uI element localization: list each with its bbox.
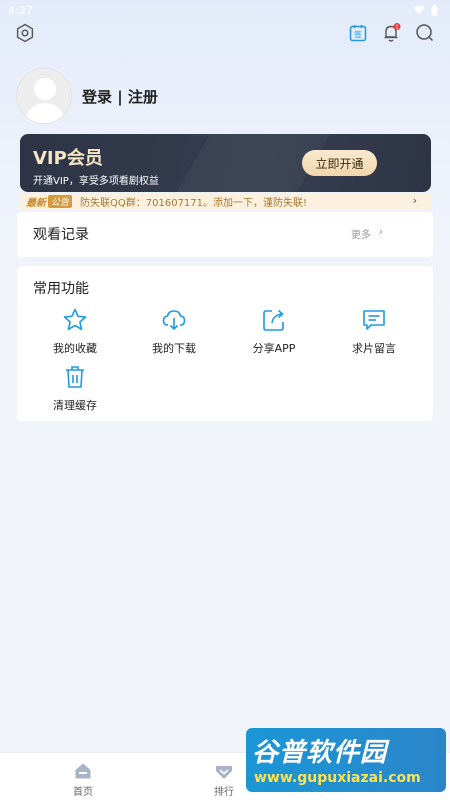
search-icon[interactable] [413, 21, 437, 45]
avatar[interactable] [16, 68, 72, 124]
watch-history-title: 观看记录 [33, 227, 89, 243]
login-register-link[interactable]: 登录 | 注册 [82, 86, 158, 107]
profile-section[interactable]: 登录 | 注册 [16, 68, 158, 124]
downloads-label: 我的下载 [152, 342, 196, 355]
checkin-icon[interactable]: 签 [346, 21, 370, 45]
clear-cache-label: 清理缓存 [53, 399, 97, 412]
share-app-button[interactable]: 分享APP [239, 306, 309, 356]
settings-icon[interactable] [13, 21, 37, 45]
svg-text:1: 1 [395, 25, 398, 31]
wifi-icon [413, 5, 425, 14]
favorites-button[interactable]: 我的收藏 [40, 306, 110, 356]
more-link[interactable]: 更多 [351, 226, 371, 241]
nav-ranking[interactable]: 排行 [194, 761, 254, 798]
request-message-label: 求片留言 [352, 342, 396, 355]
vip-open-button[interactable]: 立即开通 [302, 150, 377, 176]
notice-bar[interactable]: 最新 公告 防失联QQ群：701607171。添加一下，谨防失联! › [20, 193, 431, 210]
status-time: 4:27 [8, 3, 33, 17]
watermark-url: www.gupuxiazai.com [254, 770, 421, 786]
nav-ranking-label: 排行 [214, 787, 234, 798]
nav-home[interactable]: 首页 [53, 761, 113, 798]
star-icon [61, 306, 89, 334]
share-app-label: 分享APP [252, 342, 296, 355]
home-icon [75, 763, 91, 779]
vip-subtitle: 开通VIP，享受多项看剧权益 [33, 176, 159, 187]
common-functions-card: 常用功能 我的收藏 我的下载 分享APP 求片留言 清理缓存 [17, 266, 433, 421]
notification-bell-icon[interactable]: 1 [380, 21, 404, 45]
cloud-download-icon [160, 306, 188, 334]
nav-home-label: 首页 [73, 787, 93, 798]
request-message-button[interactable]: 求片留言 [339, 306, 409, 356]
common-functions-title: 常用功能 [33, 281, 89, 297]
vip-title: VIP会员 [33, 148, 103, 169]
chevron-right-icon[interactable]: › [413, 194, 417, 207]
notice-tag-secondary: 公告 [48, 195, 73, 208]
vip-card[interactable]: VIP会员 开通VIP，享受多项看剧权益 立即开通 [20, 134, 431, 192]
status-icons [413, 4, 438, 16]
favorites-label: 我的收藏 [53, 342, 97, 355]
message-icon [360, 306, 388, 334]
status-bar: 4:27 [0, 0, 450, 20]
share-icon [260, 306, 288, 334]
chevron-right-icon[interactable]: › [379, 225, 383, 238]
watch-history-card[interactable]: 观看记录 更多 › [17, 212, 433, 257]
clear-cache-button[interactable]: 清理缓存 [40, 363, 110, 413]
header-bar: 签 1 [0, 20, 450, 48]
notice-text: 防失联QQ群：701607171。添加一下，谨防失联! [80, 198, 308, 209]
watermark-main: 谷普软件园 [252, 738, 388, 768]
battery-icon [431, 4, 438, 15]
svg-text:签: 签 [354, 30, 362, 40]
downloads-button[interactable]: 我的下载 [139, 306, 209, 356]
trash-icon [61, 363, 89, 391]
watermark: 谷普软件园 www.gupuxiazai.com [246, 728, 446, 792]
notice-tag-primary: 最新 [26, 198, 46, 209]
ranking-icon [216, 766, 232, 779]
